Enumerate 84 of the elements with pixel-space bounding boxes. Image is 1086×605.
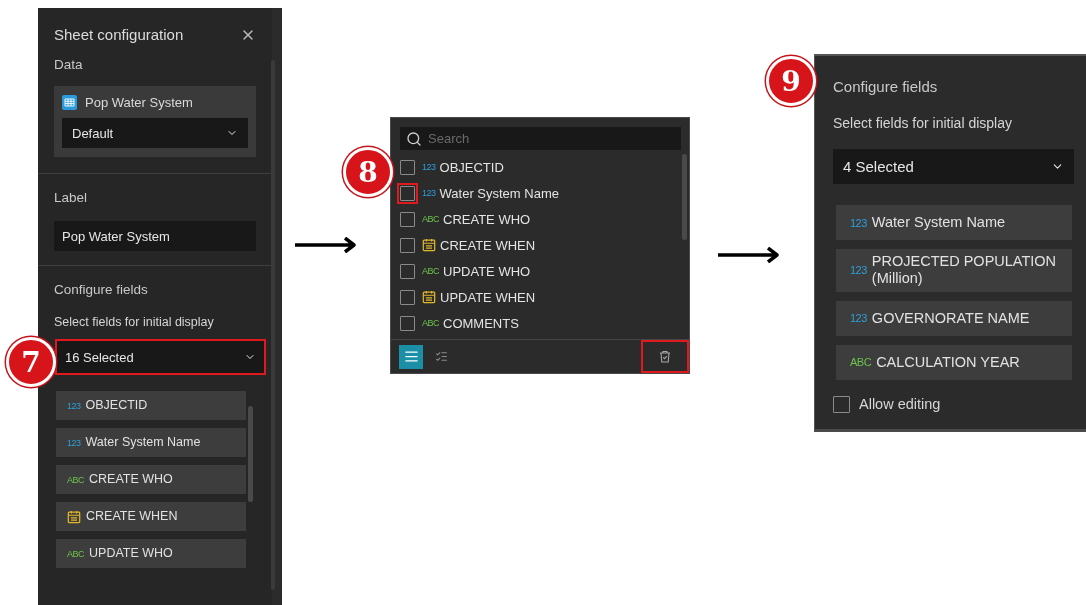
checkbox-label: Allow editing	[859, 396, 941, 413]
checklist-icon	[434, 350, 448, 363]
view-toggle[interactable]	[399, 344, 423, 369]
field-option[interactable]: ABC COMMENTS	[397, 312, 689, 334]
field-type-label: 123	[850, 216, 867, 229]
scrollbar[interactable]	[682, 154, 687, 240]
field-name: Water System Name	[871, 213, 1006, 232]
field-option[interactable]: 123 Water System Name	[397, 182, 689, 204]
scrollbar[interactable]	[248, 406, 253, 502]
step-badge: 9	[766, 56, 816, 106]
field-option[interactable]: CREATE WHEN	[397, 234, 689, 256]
step-badge: 8	[343, 147, 393, 197]
field-name: OBJECTID	[439, 159, 504, 175]
table-icon	[62, 95, 77, 110]
view-dropdown[interactable]: Default	[62, 118, 248, 148]
section-heading: Configure fields	[54, 282, 149, 297]
calendar-icon	[422, 238, 436, 252]
fields-dropdown[interactable]: 4 Selected	[833, 149, 1074, 184]
field-name: CREATE WHEN	[440, 237, 536, 253]
field-option[interactable]: UPDATE WHEN	[397, 286, 689, 308]
field-type-label: 123	[850, 312, 867, 325]
checkbox[interactable]	[833, 395, 850, 413]
search-input[interactable]: Search	[426, 130, 675, 147]
field-type-label: ABC	[422, 214, 439, 224]
field-type-label: ABC	[422, 318, 439, 328]
field-item[interactable]: 123 Water System Name	[56, 428, 246, 457]
fields-hint: Select fields for initial display	[833, 115, 1013, 131]
field-name: OBJECTID	[85, 398, 148, 413]
field-item[interactable]: ABC CREATE WHO	[56, 465, 246, 494]
field-name: UPDATE WHEN	[440, 289, 536, 305]
right-arrow-icon	[718, 247, 780, 263]
fields-dropdown[interactable]: 16 Selected	[55, 339, 266, 375]
panel-title: Sheet configuration	[54, 26, 184, 43]
section-heading: Label	[54, 190, 89, 205]
field-type-label: 123	[422, 162, 436, 172]
right-arrow-icon	[295, 237, 357, 253]
field-name: CREATE WHEN	[86, 509, 178, 524]
checkbox[interactable]	[400, 159, 415, 175]
checkbox[interactable]	[400, 263, 415, 279]
calendar-icon	[67, 509, 81, 524]
field-type-label: ABC	[67, 548, 84, 559]
field-type-label: 123	[850, 264, 867, 277]
field-type-label: ABC	[850, 356, 872, 369]
field-name: Water System Name	[85, 435, 201, 450]
checkbox[interactable]	[400, 237, 415, 253]
step-badge: 7	[6, 337, 56, 387]
field-name: CALCULATION YEAR	[876, 353, 1020, 371]
field-item[interactable]: ABC CALCULATION YEAR	[836, 344, 1072, 380]
clear-selection-button[interactable]	[641, 340, 689, 373]
field-type-label: 123	[422, 188, 436, 198]
field-option[interactable]: ABC CREATE WHO	[397, 208, 689, 230]
field-name: UPDATE WHO	[443, 263, 531, 279]
search-field[interactable]: Search	[400, 127, 681, 150]
field-name: Water System Name	[439, 185, 559, 201]
checkbox[interactable]	[400, 211, 415, 227]
field-name: PROJECTED POPULATION (Million)	[871, 253, 1058, 288]
field-name: CREATE WHO	[443, 211, 531, 227]
field-type-label: ABC	[67, 474, 84, 485]
checkbox[interactable]	[400, 315, 415, 331]
field-item[interactable]: ABC UPDATE WHO	[56, 539, 246, 568]
list-icon	[403, 349, 419, 364]
allow-editing-checkbox[interactable]: Allow editing	[833, 395, 1074, 413]
field-item[interactable]: 123 Water System Name	[836, 205, 1072, 240]
search-icon	[406, 130, 422, 147]
field-option[interactable]: ABC UPDATE WHO	[397, 260, 689, 282]
field-type-label: ABC	[422, 266, 439, 276]
section-heading: Data	[54, 57, 84, 72]
calendar-icon	[422, 290, 436, 304]
section-heading: Configure fields	[833, 78, 939, 95]
label-input-field[interactable]: Pop Water System	[54, 221, 256, 251]
trash-icon	[659, 350, 671, 363]
field-item[interactable]: 123 OBJECTID	[56, 391, 246, 420]
field-type-label: 123	[67, 400, 81, 411]
field-item[interactable]: CREATE WHEN	[56, 502, 246, 531]
data-source-name: Pop Water System	[85, 95, 193, 110]
field-name: GOVERNORATE NAME	[871, 309, 1030, 327]
field-type-label: 123	[67, 437, 81, 448]
field-item[interactable]: 123 GOVERNORATE NAME	[836, 300, 1072, 336]
field-name: CREATE WHO	[89, 472, 173, 487]
fields-hint: Select fields for initial display	[54, 315, 215, 329]
field-name: UPDATE WHO	[89, 546, 173, 561]
checkbox[interactable]	[400, 289, 415, 305]
field-name: COMMENTS	[443, 315, 519, 331]
field-option[interactable]: 123 OBJECTID	[397, 156, 689, 178]
